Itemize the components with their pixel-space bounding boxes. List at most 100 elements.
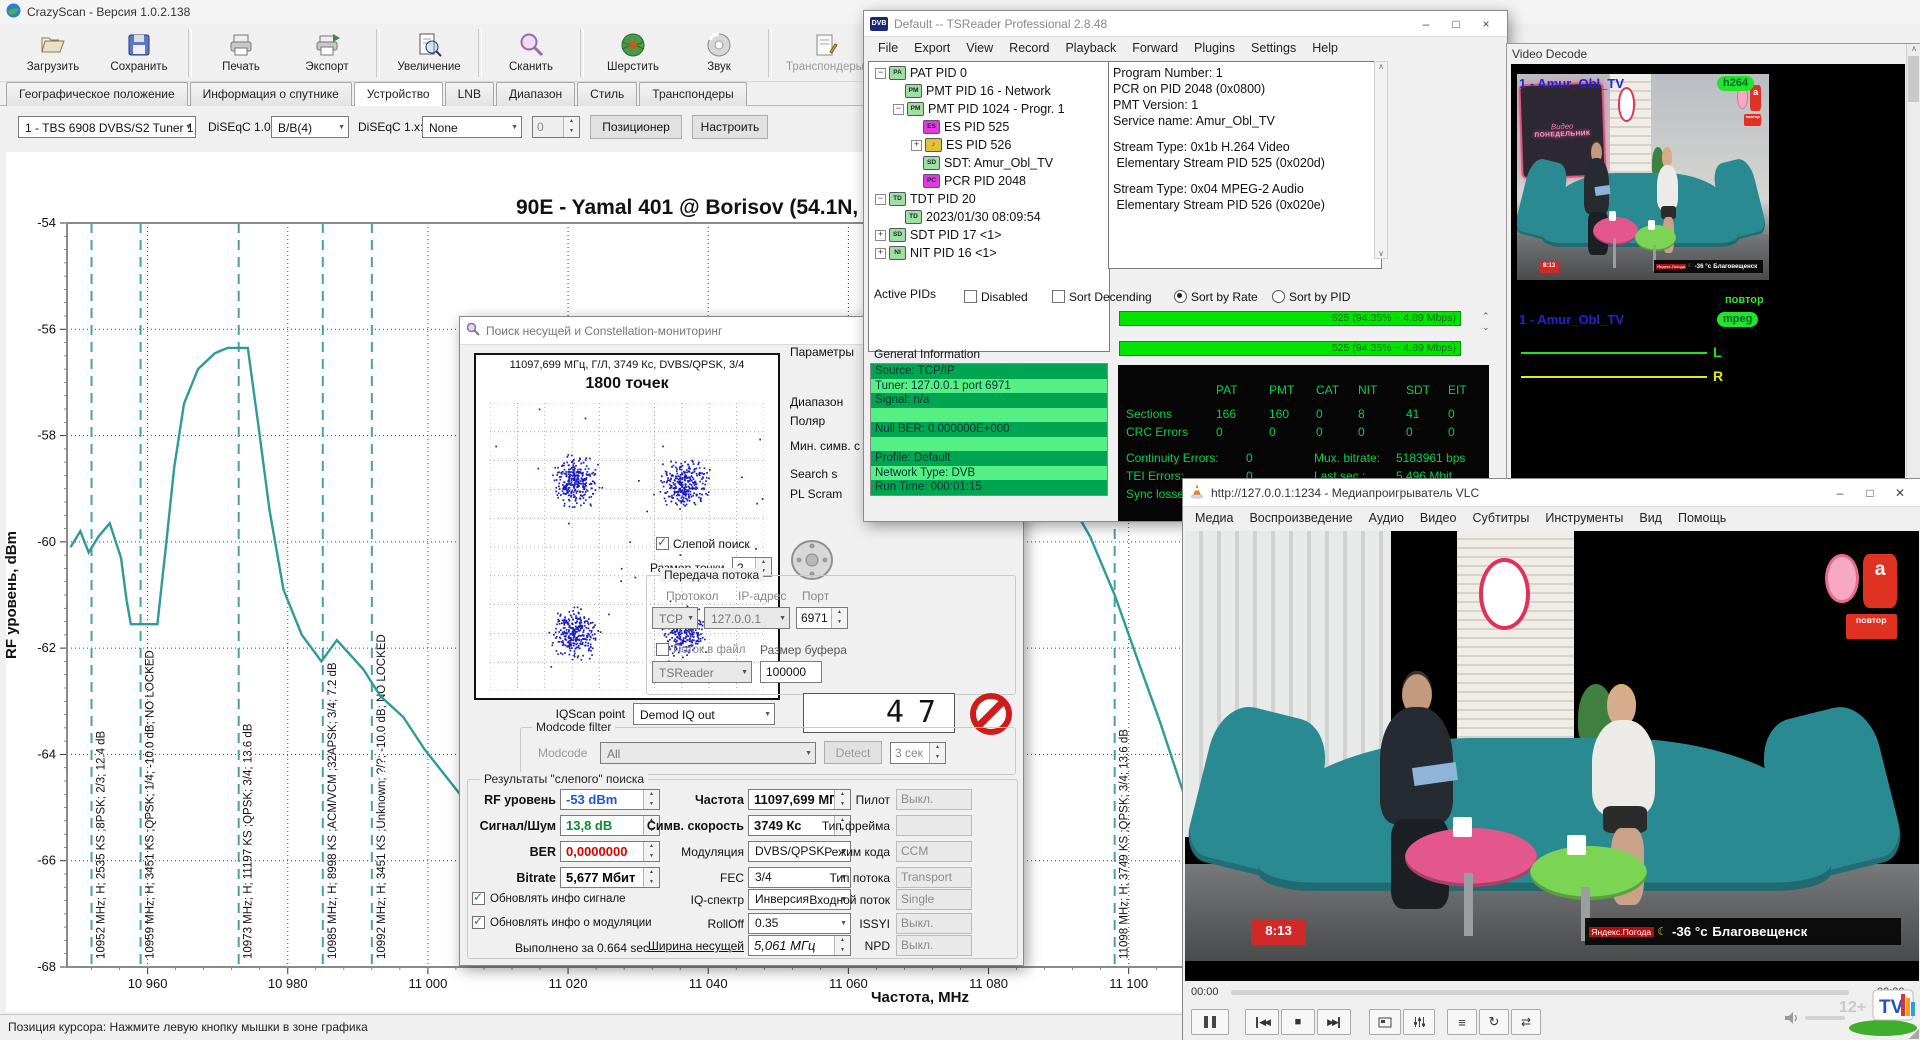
menu-forward[interactable]: Forward: [1124, 37, 1186, 59]
menu-помощь[interactable]: Помощь: [1670, 507, 1734, 529]
extended-settings-button[interactable]: [1403, 1009, 1435, 1035]
menu-субтитры[interactable]: Субтитры: [1464, 507, 1537, 529]
toolbar-button-export[interactable]: Экспорт: [284, 27, 370, 79]
iqscan-select[interactable]: Demod IQ out: [633, 703, 775, 725]
tree-expand-toggle[interactable]: +: [911, 140, 922, 151]
sort-descending-checkbox[interactable]: [1052, 290, 1065, 303]
seek-slider[interactable]: [1231, 990, 1849, 995]
minimize-icon[interactable]: –: [1411, 13, 1441, 35]
modcode-select[interactable]: All: [600, 742, 816, 764]
sort-by-pid-radio[interactable]: [1272, 290, 1285, 303]
decoded-video-thumbnail[interactable]: ВидеоПОНЕДЕЛЬНИКаповтор8:13Яндекс.Погода…: [1517, 74, 1769, 290]
update-info-checkbox[interactable]: [472, 916, 485, 929]
toolbar-button-print[interactable]: Печать: [198, 27, 284, 79]
position-spinner[interactable]: 0▲▼: [532, 116, 580, 138]
tree-item[interactable]: −PMPMT PID 1024 - Progr. 1: [871, 100, 1107, 118]
menu-вид[interactable]: Вид: [1631, 507, 1670, 529]
menu-видео[interactable]: Видео: [1412, 507, 1465, 529]
menu-воспроизведение[interactable]: Воспроизведение: [1241, 507, 1360, 529]
toolbar-button-wool[interactable]: Шерстить: [590, 27, 676, 79]
ip-select[interactable]: 127.0.0.1: [704, 607, 790, 629]
menu-plugins[interactable]: Plugins: [1186, 37, 1243, 59]
sort-by-rate-radio[interactable]: [1174, 290, 1187, 303]
random-button[interactable]: ⇄: [1511, 1009, 1541, 1035]
details-scrollbar[interactable]: ∧ ∨: [1374, 61, 1388, 259]
menu-медиа[interactable]: Медиа: [1187, 507, 1241, 529]
close-icon[interactable]: ✕: [1885, 482, 1915, 504]
tab-географическое-положение[interactable]: Географическое положение: [6, 82, 188, 106]
toolbar-button-transponders[interactable]: Транспондеры: [778, 27, 872, 79]
disabled-checkbox[interactable]: [964, 290, 977, 303]
menu-settings[interactable]: Settings: [1243, 37, 1304, 59]
port-spinner[interactable]: 6971▲▼: [796, 607, 848, 629]
toolbar-button-save[interactable]: Сохранить: [96, 27, 182, 79]
menu-view[interactable]: View: [958, 37, 1001, 59]
fullscreen-button[interactable]: [1369, 1009, 1401, 1035]
vlc-video-area[interactable]: аповтор8:13Яндекс.Погода☾-36 °сБлаговеще…: [1185, 531, 1919, 981]
close-icon[interactable]: ×: [1471, 13, 1501, 35]
toolbar-button-sound[interactable]: Звук: [676, 27, 762, 79]
tsreader-titlebar[interactable]: DVB Default -- TSReader Professional 2.8…: [864, 11, 1507, 37]
loop-button[interactable]: ↻: [1479, 1009, 1509, 1035]
pid-rate-bar[interactable]: 525 (94.35% ~ 4.89 Mbps): [1119, 311, 1461, 326]
toolbar-button-load[interactable]: Загрузить: [10, 27, 96, 79]
tree-item[interactable]: −PAPAT PID 0: [871, 64, 1107, 82]
toolbar-button-scan[interactable]: Сканить: [488, 27, 574, 79]
menu-record[interactable]: Record: [1001, 37, 1057, 59]
pid-tree[interactable]: −PAPAT PID 0PMPMT PID 16 - Network−PMPMT…: [868, 61, 1110, 352]
maximize-icon[interactable]: □: [1441, 13, 1471, 35]
update-info-checkbox[interactable]: [472, 892, 485, 905]
resize-grip[interactable]: [1909, 1029, 1919, 1039]
volume-icon[interactable]: [1783, 1010, 1801, 1029]
tab-lnb[interactable]: LNB: [445, 82, 494, 106]
tree-item[interactable]: TD2023/01/30 08:09:54: [871, 208, 1107, 226]
tree-expand-toggle[interactable]: −: [893, 104, 904, 115]
tuner-select[interactable]: 1 - TBS 6908 DVBS/S2 Tuner 1: [18, 116, 196, 138]
maximize-icon[interactable]: □: [1855, 482, 1885, 504]
tree-item[interactable]: +NINIT PID 16 <1>: [871, 244, 1107, 262]
configure-button[interactable]: Настроить: [692, 115, 768, 139]
positioner-button[interactable]: Позиционер: [590, 115, 682, 139]
menu-help[interactable]: Help: [1304, 37, 1346, 59]
tree-item[interactable]: +♪ES PID 526: [871, 136, 1107, 154]
tree-expand-toggle[interactable]: −: [875, 68, 886, 79]
tree-item[interactable]: PMPMT PID 16 - Network: [871, 82, 1107, 100]
tree-item[interactable]: ESES PID 525: [871, 118, 1107, 136]
protocol-select[interactable]: TCP: [652, 607, 698, 629]
tree-item[interactable]: PCPCR PID 2048: [871, 172, 1107, 190]
menu-инструменты[interactable]: Инструменты: [1537, 507, 1631, 529]
next-button[interactable]: ▶▶: [1317, 1009, 1351, 1035]
stop-button[interactable]: ■: [1281, 1009, 1315, 1035]
tree-item[interactable]: +SDSDT PID 17 <1>: [871, 226, 1107, 244]
detect-interval-spinner[interactable]: 3 сек▲▼: [890, 742, 946, 764]
tree-expand-toggle[interactable]: +: [875, 248, 886, 259]
minimize-icon[interactable]: –: [1825, 482, 1855, 504]
playlist-button[interactable]: ≡: [1447, 1009, 1477, 1035]
blind-search-checkbox[interactable]: [656, 537, 669, 550]
stream-to-file-checkbox[interactable]: [656, 643, 669, 656]
previous-button[interactable]: ◀◀: [1245, 1009, 1279, 1035]
detect-button[interactable]: Detect: [824, 741, 882, 764]
tree-expand-toggle[interactable]: +: [875, 230, 886, 241]
tab-диапазон[interactable]: Диапазон: [496, 82, 575, 106]
pause-button[interactable]: [1191, 1009, 1229, 1035]
bars-scroll-up-icon[interactable]: ⌃⌄: [1482, 311, 1490, 333]
tab-стиль[interactable]: Стиль: [577, 82, 637, 106]
tree-item[interactable]: −TDTDT PID 20: [871, 190, 1107, 208]
diseqc1x-select[interactable]: None: [422, 116, 522, 138]
menu-playback[interactable]: Playback: [1057, 37, 1124, 59]
tab-устройство[interactable]: Устройство: [354, 82, 443, 107]
pid-rate-bar[interactable]: 525 (94.35% ~ 4.89 Mbps): [1119, 341, 1461, 356]
tab-информация-о-спутнике[interactable]: Информация о спутнике: [190, 82, 352, 106]
tree-item[interactable]: SDSDT: Amur_Obl_TV: [871, 154, 1107, 172]
vlc-titlebar[interactable]: http://127.0.0.1:1234 - Медиапроигрывате…: [1183, 479, 1920, 507]
menu-export[interactable]: Export: [906, 37, 958, 59]
tree-expand-toggle[interactable]: −: [875, 194, 886, 205]
buffer-size-field[interactable]: 100000: [760, 661, 822, 683]
tab-транспондеры[interactable]: Транспондеры: [639, 82, 746, 106]
diseqc10-select[interactable]: B/B(4): [271, 116, 349, 138]
menu-аудио[interactable]: Аудио: [1361, 507, 1412, 529]
menu-file[interactable]: File: [870, 37, 906, 59]
toolbar-button-zoom[interactable]: Увеличение: [386, 27, 472, 79]
consumer-select[interactable]: TSReader: [652, 661, 752, 683]
